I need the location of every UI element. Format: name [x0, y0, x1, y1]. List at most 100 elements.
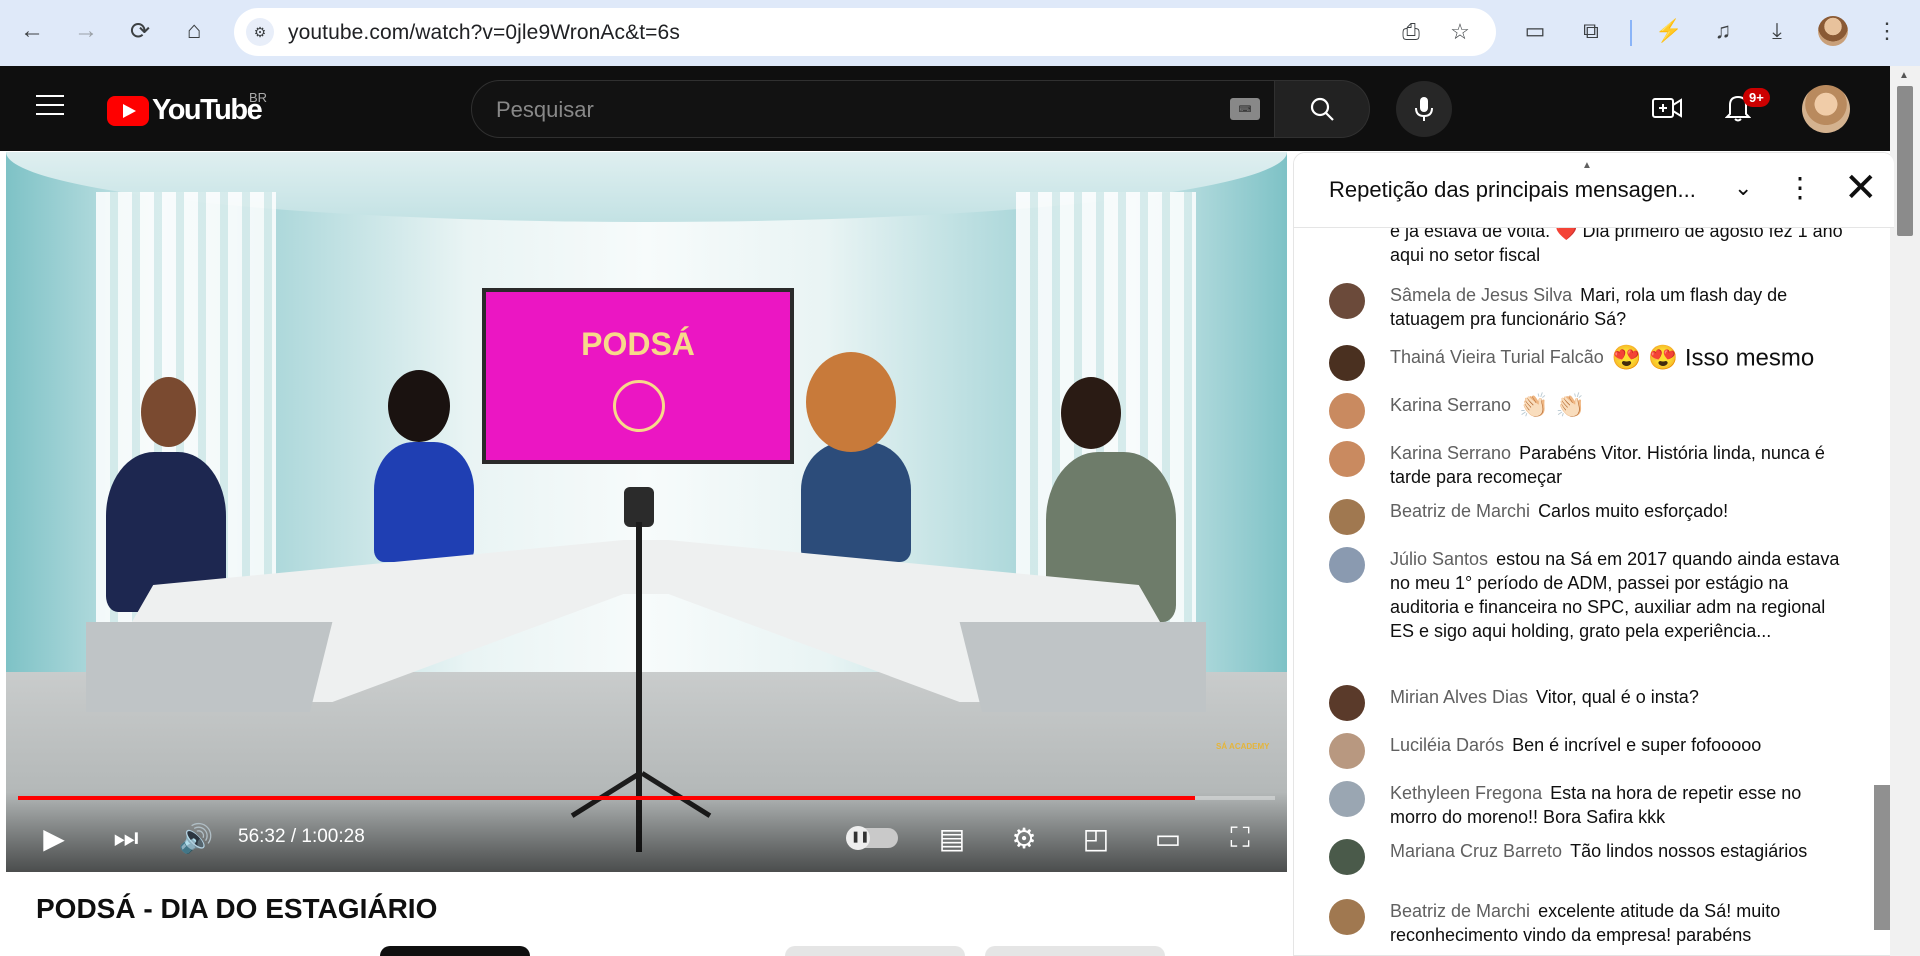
tv-screen: PODSÁ	[482, 288, 794, 464]
search-input[interactable]: Pesquisar ⌨	[471, 80, 1275, 138]
video-player[interactable]: PODSÁ SÁ ACADEMY ▶ ⏭ 🔊 56:32 / 1:00:28 ▤…	[6, 152, 1287, 872]
chat-message: Júlio Santos estou na Sá em 2017 quando a…	[1329, 547, 1849, 643]
play-icon[interactable]: ▶	[36, 820, 72, 856]
message-author[interactable]: Mirian Alves Dias	[1390, 687, 1528, 707]
avatar[interactable]	[1329, 499, 1365, 535]
chat-replay-panel: Repetição das principais mensagen... ⌄ ⋮…	[1293, 152, 1895, 956]
avatar[interactable]	[1329, 441, 1365, 477]
theater-mode-icon[interactable]: ▭	[1150, 820, 1186, 856]
extensions-icon[interactable]: ⧉	[1574, 14, 1608, 48]
avatar[interactable]	[1329, 685, 1365, 721]
picture-in-picture-icon[interactable]: ▭	[1518, 14, 1552, 48]
volume-icon[interactable]: 🔊	[178, 820, 214, 856]
guest-left-head	[141, 377, 196, 447]
chevron-down-icon[interactable]: ⌄	[1734, 175, 1752, 201]
video-title: PODSÁ - DIA DO ESTAGIÁRIO	[36, 893, 438, 924]
browser-profile-avatar[interactable]	[1818, 16, 1848, 46]
fullscreen-icon[interactable]: ⛶	[1222, 820, 1258, 856]
screen-logo-text: PODSÁ	[581, 326, 695, 362]
channel-watermark: SÁ ACADEMY	[1216, 742, 1270, 751]
create-video-icon[interactable]	[1647, 88, 1687, 128]
avatar[interactable]	[1329, 283, 1365, 319]
miniplayer-icon[interactable]: ◰	[1078, 820, 1114, 856]
message-text: Tão lindos nossos estagiários	[1570, 841, 1808, 861]
chat-message: Mariana Cruz Barreto Tão lindos nossos es…	[1329, 839, 1849, 875]
chat-message: Kethyleen Fregona Esta na hora de repetir…	[1329, 781, 1849, 829]
search-placeholder: Pesquisar	[496, 97, 594, 122]
message-text: 😍 😍 Isso mesmo	[1611, 344, 1815, 372]
avatar[interactable]	[1329, 345, 1365, 381]
subscribe-button-partial[interactable]	[380, 946, 530, 956]
browser-menu-icon[interactable]: ⋮	[1870, 14, 1904, 48]
podcast-microphone-icon	[613, 380, 665, 432]
download-icon[interactable]: ⤓	[1760, 14, 1794, 48]
chat-message: Luciléia Darós Ben é incrível e super fof…	[1329, 733, 1849, 769]
autoplay-toggle[interactable]	[846, 826, 898, 850]
close-icon[interactable]: ✕	[1844, 165, 1878, 211]
message-author[interactable]: Júlio Santos	[1390, 549, 1488, 569]
chat-message: Mirian Alves Dias Vitor, qual é o insta?	[1329, 685, 1849, 721]
browser-toolbar: ← → ⟳ ⌂ ⚙ youtube.com/watch?v=0jle9WronA…	[0, 0, 1920, 66]
guest-right-head	[1061, 377, 1121, 449]
scroll-up-arrow-icon[interactable]: ▲	[1899, 70, 1909, 81]
subtitles-icon[interactable]: ▤	[934, 820, 970, 856]
message-author[interactable]: Karina Serrano	[1390, 395, 1511, 415]
avatar[interactable]	[1329, 733, 1365, 769]
message-author[interactable]: Beatriz de Marchi	[1390, 901, 1530, 921]
url-text[interactable]: youtube.com/watch?v=0jle9WronAc&t=6s	[288, 21, 680, 45]
progress-bar[interactable]	[18, 796, 1275, 800]
youtube-play-logo-icon	[107, 95, 149, 126]
avatar[interactable]	[1329, 781, 1365, 817]
message-author[interactable]: Karina Serrano	[1390, 443, 1511, 463]
chat-message: Beatriz de Marchi excelente atitude da Sá…	[1329, 899, 1849, 947]
progress-fill	[18, 796, 1195, 800]
bookmark-star-icon[interactable]: ☆	[1444, 16, 1476, 48]
reload-icon[interactable]: ⟳	[122, 13, 158, 49]
home-icon[interactable]: ⌂	[176, 13, 212, 49]
avatar[interactable]	[1329, 899, 1365, 935]
address-bar[interactable]: ⚙ youtube.com/watch?v=0jle9WronAc&t=6s ⎙…	[234, 8, 1496, 56]
install-app-icon[interactable]: ⎙	[1395, 16, 1427, 48]
guest-2-head	[388, 370, 450, 442]
message-text: Carlos muito esforçado!	[1538, 501, 1729, 521]
avatar[interactable]	[1329, 547, 1365, 583]
like-button-partial[interactable]	[785, 946, 965, 956]
message-author[interactable]: Mariana Cruz Barreto	[1390, 841, 1562, 861]
page-scrollbar-thumb[interactable]	[1897, 86, 1913, 236]
more-options-icon[interactable]: ⋮	[1786, 171, 1814, 204]
account-avatar[interactable]	[1802, 85, 1850, 133]
message-author[interactable]: Kethyleen Fregona	[1390, 783, 1542, 803]
chat-message: Karina Serrano 👏🏻 👏🏻	[1329, 393, 1849, 429]
chat-scroll-up-icon[interactable]: ▲	[1582, 160, 1592, 171]
message-author[interactable]: Beatriz de Marchi	[1390, 501, 1530, 521]
message-author[interactable]: Thainá Vieira Turial Falcão	[1390, 347, 1604, 367]
page-scrollbar[interactable]: ▲	[1890, 66, 1920, 956]
chat-title[interactable]: Repetição das principais mensagen...	[1329, 177, 1696, 203]
search-button[interactable]	[1275, 80, 1370, 138]
youtube-logo[interactable]: YouTube BR	[107, 90, 267, 127]
keyboard-icon[interactable]: ⌨	[1230, 98, 1260, 120]
chat-scrollbar-thumb[interactable]	[1874, 785, 1890, 930]
avatar[interactable]	[1329, 839, 1365, 875]
voice-search-button[interactable]	[1396, 81, 1452, 137]
message-text: Vitor, qual é o insta?	[1536, 687, 1699, 707]
share-button-partial[interactable]	[985, 946, 1165, 956]
extension-icon[interactable]: ⚡	[1652, 14, 1686, 48]
host-head	[806, 352, 896, 452]
forward-arrow-icon[interactable]: →	[68, 13, 104, 49]
host	[801, 442, 911, 562]
media-control-icon[interactable]: ♫	[1706, 14, 1740, 48]
chat-message: Karina Serrano Parabéns Vitor. História l…	[1329, 441, 1849, 489]
message-author[interactable]: Sâmela de Jesus Silva	[1390, 285, 1572, 305]
site-info-icon[interactable]: ⚙	[246, 18, 274, 46]
back-arrow-icon[interactable]: ←	[14, 13, 50, 49]
next-icon[interactable]: ⏭	[108, 820, 144, 856]
message-author[interactable]: Luciléia Darós	[1390, 735, 1504, 755]
microphone-icon	[1415, 97, 1433, 121]
settings-gear-icon[interactable]: ⚙	[1006, 820, 1042, 856]
message-text: Ben é incrível e super fofooooo	[1512, 735, 1762, 755]
camera	[624, 487, 654, 527]
hamburger-menu-icon[interactable]	[36, 95, 64, 115]
notification-badge: 9+	[1743, 88, 1770, 107]
avatar[interactable]	[1329, 393, 1365, 429]
